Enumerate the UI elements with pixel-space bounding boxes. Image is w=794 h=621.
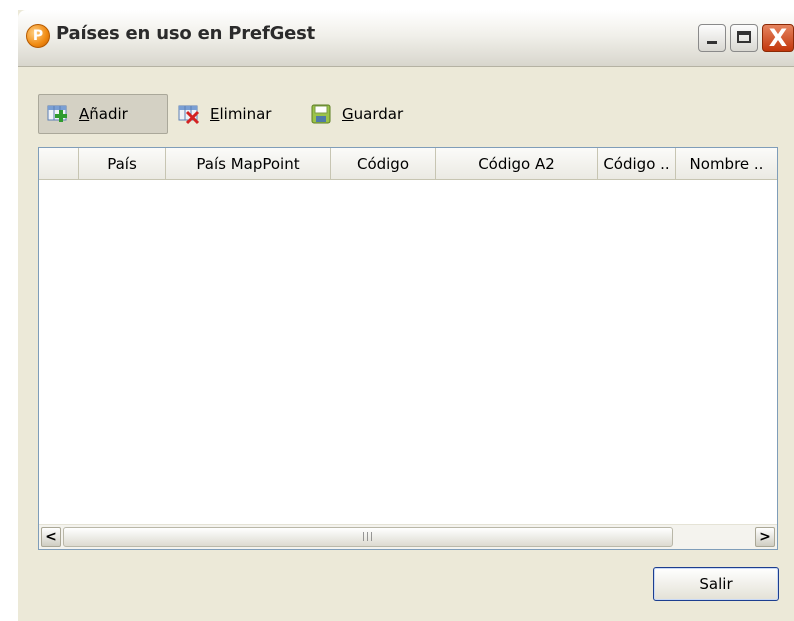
scroll-right-button[interactable]: > [755,527,775,547]
add-button[interactable]: Añadir [38,94,168,134]
delete-row-icon [178,103,200,125]
close-icon: X [768,24,788,52]
column-header-pais[interactable]: País [79,148,166,180]
scroll-thumb[interactable]: ||| [63,527,673,547]
countries-grid[interactable]: País País MapPoint Código Código A2 Códi… [38,147,778,550]
column-header-selector[interactable] [39,148,79,180]
close-button[interactable]: X [762,24,794,52]
column-header-codigo-truncated[interactable]: Código .. [598,148,676,180]
grid-header: País País MapPoint Código Código A2 Códi… [39,148,777,180]
save-button-label: Guardar [342,105,404,123]
column-header-codigo-a2[interactable]: Código A2 [436,148,598,180]
minimize-button[interactable] [698,24,726,52]
maximize-button[interactable] [730,24,758,52]
delete-button[interactable]: Eliminar [178,94,298,134]
scroll-left-button[interactable]: < [41,527,61,547]
window-title: Países en uso en PrefGest [56,23,316,44]
horizontal-scrollbar[interactable]: < ||| > [39,524,777,549]
delete-button-label: Eliminar [210,105,272,123]
save-button[interactable]: Guardar [310,94,430,134]
column-header-nombre[interactable]: Nombre .. [676,148,777,180]
scroll-right-icon: > [759,529,771,545]
add-button-label: Añadir [79,105,128,123]
title-bar[interactable]: P Países en uso en PrefGest X [18,10,794,67]
app-logo-icon: P [26,24,50,48]
column-header-pais-mappoint[interactable]: País MapPoint [166,148,331,180]
add-row-icon [47,103,69,125]
exit-button[interactable]: Salir [653,567,779,601]
dialog-window: P Países en uso en PrefGest X Añadir Eli… [18,10,794,621]
column-header-codigo[interactable]: Código [331,148,436,180]
scroll-left-icon: < [45,529,57,545]
scroll-grip-icon: ||| [361,532,375,542]
save-disk-icon [310,103,332,125]
